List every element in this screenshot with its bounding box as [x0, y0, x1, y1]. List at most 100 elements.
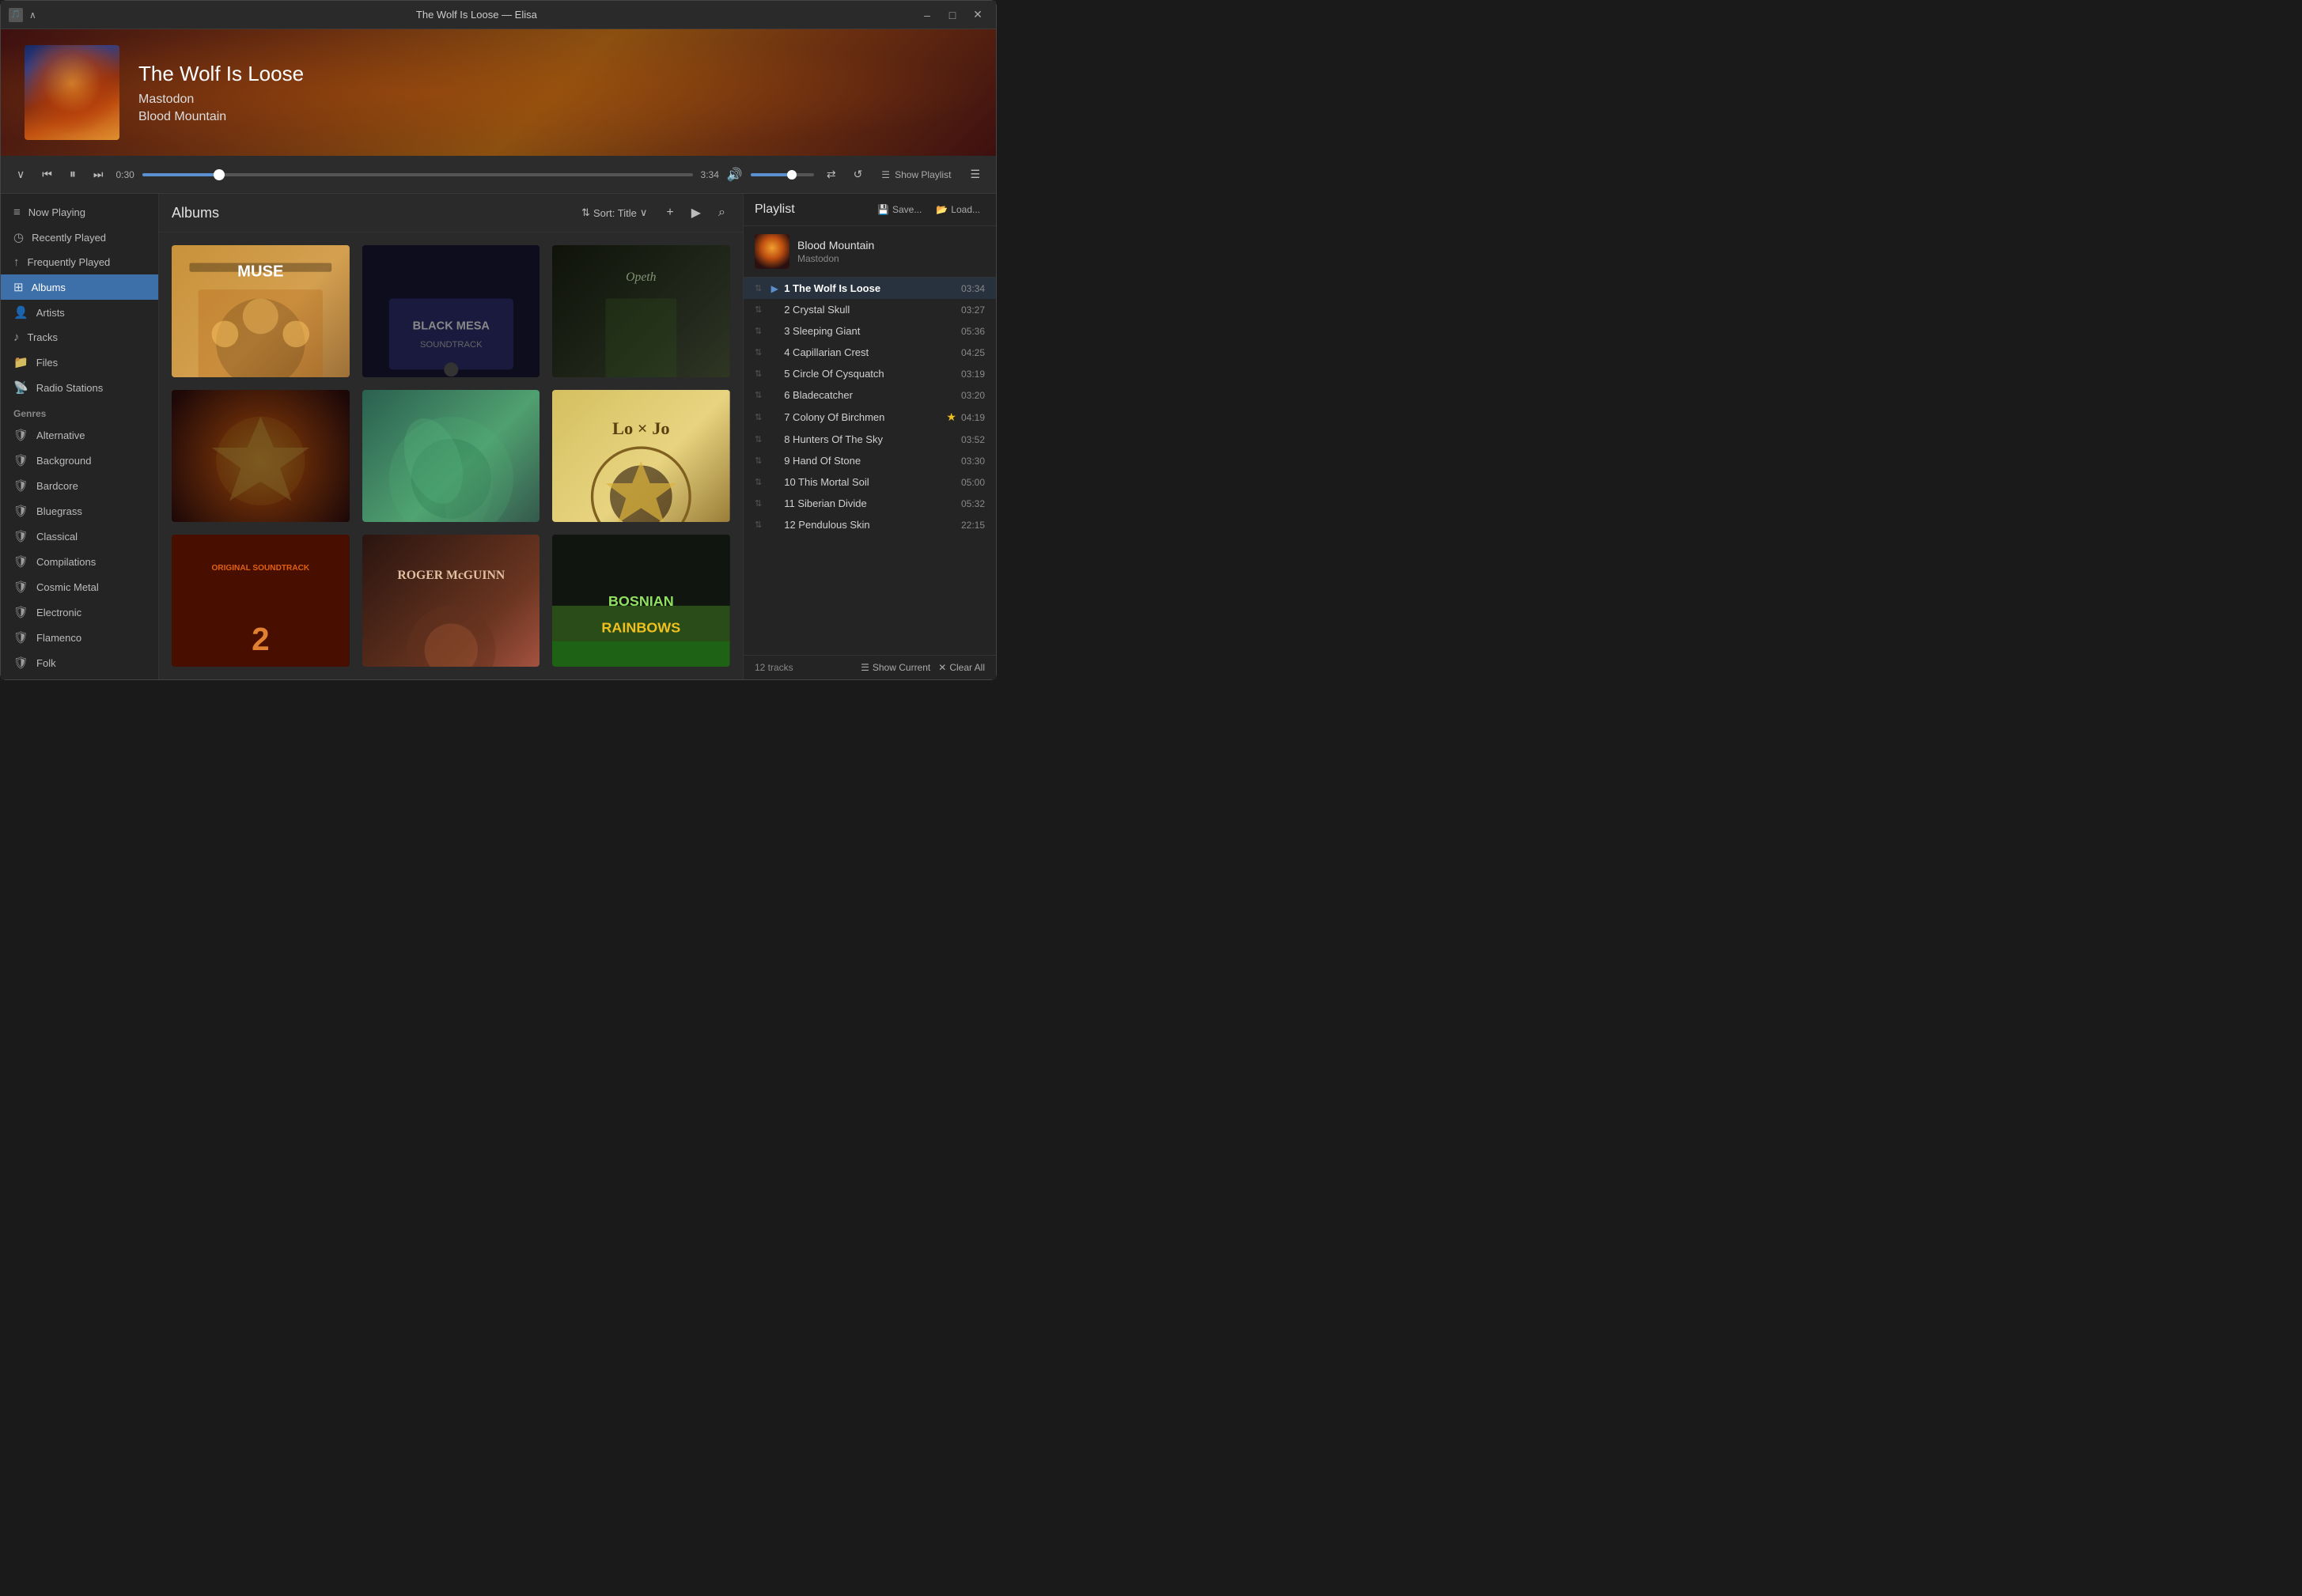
sidebar-genre-alternative[interactable]: 🛡 Alternative	[1, 422, 158, 448]
title-bar-collapse[interactable]: ∧	[29, 9, 36, 21]
volume-icon[interactable]: 🔊	[727, 167, 743, 183]
recently-played-icon: ◷	[13, 230, 24, 244]
prev-button[interactable]: ⏮	[37, 165, 57, 184]
track-item-10[interactable]: ⇅ 10 This Mortal Soil 05:00	[744, 471, 996, 493]
sidebar-genre-bardcore[interactable]: 🛡 Bardcore	[1, 473, 158, 498]
drag-handle-4[interactable]: ⇅	[755, 347, 762, 357]
sidebar-genre-compilations[interactable]: 🛡 Compilations	[1, 549, 158, 574]
track-duration-10: 05:00	[961, 477, 985, 488]
drag-handle-11[interactable]: ⇅	[755, 498, 762, 509]
sidebar-genre-electronic[interactable]: 🛡 Electronic	[1, 599, 158, 625]
play-all-button[interactable]: ▶	[687, 202, 706, 224]
drag-handle-9[interactable]: ⇅	[755, 456, 762, 466]
progress-bar[interactable]	[142, 173, 693, 176]
sidebar-genre-background[interactable]: 🛡 Background	[1, 448, 158, 473]
playlist-album-info: Blood Mountain Mastodon	[744, 226, 996, 278]
next-button[interactable]: ⏭	[89, 165, 108, 184]
current-time: 0:30	[115, 169, 134, 180]
track-item-7[interactable]: ⇅ 7 Colony Of Birchmen ★ 04:19	[744, 406, 996, 429]
track-duration-9: 03:30	[961, 456, 985, 467]
genre-icon-compilations: 🛡	[13, 554, 28, 569]
sidebar-item-files[interactable]: 📁 Files	[1, 350, 158, 375]
sidebar-item-tracks[interactable]: ♪ Tracks	[1, 325, 158, 350]
track-item-3[interactable]: ⇅ 3 Sleeping Giant 05:36	[744, 320, 996, 342]
track-duration-11: 05:32	[961, 498, 985, 509]
sidebar-item-radio-stations[interactable]: 📡 Radio Stations	[1, 375, 158, 400]
track-item-6[interactable]: ⇅ 6 Bladecatcher 03:20	[744, 384, 996, 406]
sidebar-item-now-playing[interactable]: ≡ Now Playing	[1, 200, 158, 225]
album-card-rainbows[interactable]: BOSNIAN RAINBOWS ▶ + Bosnian Rainbows	[552, 535, 730, 667]
show-playlist-button[interactable]: ☰ Show Playlist	[875, 166, 957, 183]
track-name-7: 7 Colony Of Birchmen	[784, 411, 946, 423]
content-area: Albums ⇅ Sort: Title ∨ + ▶ ⌕	[159, 194, 743, 679]
content-title: Albums	[172, 205, 219, 221]
drag-handle-8[interactable]: ⇅	[755, 434, 762, 444]
track-item-2[interactable]: ⇅ 2 Crystal Skull 03:27	[744, 299, 996, 320]
collapse-button[interactable]: ∨	[12, 165, 29, 184]
genre-icon-electronic: 🛡	[13, 605, 28, 619]
progress-handle[interactable]	[214, 169, 225, 180]
genre-icon-classical: 🛡	[13, 529, 28, 543]
track-item-12[interactable]: ⇅ 12 Pendulous Skin 22:15	[744, 514, 996, 535]
volume-bar[interactable]	[751, 173, 814, 176]
album-card-baroness[interactable]: ▶ + Blue Record Baroness	[362, 390, 540, 522]
track-item-9[interactable]: ⇅ 9 Hand Of Stone 03:30	[744, 450, 996, 471]
search-button[interactable]: ⌕	[714, 202, 730, 223]
playlist-tracks: ⇅ ▶ 1 The Wolf Is Loose 03:34 ⇅ 2 Crysta…	[744, 278, 996, 655]
drag-handle-7[interactable]: ⇅	[755, 412, 762, 422]
volume-handle[interactable]	[787, 170, 797, 180]
sidebar-label-files: Files	[36, 357, 58, 369]
genre-icon-folk: 🛡	[13, 656, 28, 670]
drag-handle-12[interactable]: ⇅	[755, 520, 762, 530]
track-item-5[interactable]: ⇅ 5 Circle Of Cysquatch 03:19	[744, 363, 996, 384]
sidebar-item-albums[interactable]: ⊞ Albums	[1, 274, 158, 300]
album-card-mastodon[interactable]: ▶ + 👆 Blood Mountain Mastodon	[172, 390, 350, 522]
minimize-button[interactable]: –	[917, 7, 937, 23]
album-card-opeth[interactable]: Opeth ▶ + Blackwater Park Opeth	[552, 245, 730, 377]
sidebar-genre-folk[interactable]: 🛡 Folk	[1, 650, 158, 675]
sidebar-label-artists: Artists	[36, 307, 65, 319]
track-item-1[interactable]: ⇅ ▶ 1 The Wolf Is Loose 03:34	[744, 278, 996, 299]
close-button[interactable]: ✕	[967, 7, 988, 23]
sidebar-item-frequently-played[interactable]: ↑ Frequently Played	[1, 250, 158, 274]
sidebar-genre-cosmic-metal[interactable]: 🛡 Cosmic Metal	[1, 574, 158, 599]
repeat-button[interactable]: ↺	[849, 165, 868, 184]
sidebar-label-recently-played: Recently Played	[32, 232, 106, 244]
sidebar-item-artists[interactable]: 👤 Artists	[1, 300, 158, 325]
save-playlist-button[interactable]: 💾 Save...	[873, 202, 926, 217]
show-current-button[interactable]: ☰ Show Current	[861, 662, 930, 673]
album-card-blackmesa[interactable]: BLACK MESA SOUNDTRACK ▶ + Black Mesa Sou…	[362, 245, 540, 377]
track-item-8[interactable]: ⇅ 8 Hunters Of The Sky 03:52	[744, 429, 996, 450]
drag-handle-1[interactable]: ⇅	[755, 283, 762, 293]
album-card-muse[interactable]: MUSE ▶ + Black Holes & Rev... Mu	[172, 245, 350, 377]
genre-label-compilations: Compilations	[36, 556, 96, 568]
track-item-11[interactable]: ⇅ 11 Siberian Divide 05:32	[744, 493, 996, 514]
drag-handle-6[interactable]: ⇅	[755, 390, 762, 400]
maximize-button[interactable]: □	[942, 7, 963, 23]
album-card-borderlands[interactable]: ORIGINAL SOUNDTRACK 2 BORDERLANDS ▶ + Bo…	[172, 535, 350, 667]
sidebar-genre-bluegrass[interactable]: 🛡 Bluegrass	[1, 498, 158, 524]
drag-handle-10[interactable]: ⇅	[755, 477, 762, 487]
add-button[interactable]: +	[661, 202, 678, 223]
genre-icon-background: 🛡	[13, 453, 28, 467]
sort-button[interactable]: ⇅ Sort: Title ∨	[575, 203, 653, 222]
genre-icon-bluegrass: 🛡	[13, 504, 28, 518]
drag-handle-5[interactable]: ⇅	[755, 369, 762, 379]
drag-handle-3[interactable]: ⇅	[755, 326, 762, 336]
playlist-album-name: Blood Mountain	[797, 239, 874, 252]
now-playing-track-title: The Wolf Is Loose	[138, 62, 304, 86]
sidebar-genre-classical[interactable]: 🛡 Classical	[1, 524, 158, 549]
menu-button[interactable]: ☰	[965, 165, 985, 184]
sidebar-genre-flamenco[interactable]: 🛡 Flamenco	[1, 625, 158, 650]
pause-button[interactable]: ⏸	[65, 165, 81, 185]
album-card-roger[interactable]: ROGER McGUINN ▶ + Roger McGuinn	[362, 535, 540, 667]
load-playlist-button[interactable]: 📂 Load...	[931, 202, 985, 217]
clear-all-button[interactable]: ✕ Clear All	[938, 662, 985, 673]
album-card-lojo[interactable]: Lo × Jo ▶ + Bohême De Cristal Lo'Jo	[552, 390, 730, 522]
progress-bar-fill	[142, 173, 219, 176]
drag-handle-2[interactable]: ⇅	[755, 304, 762, 315]
sidebar-item-recently-played[interactable]: ◷ Recently Played	[1, 225, 158, 250]
track-item-4[interactable]: ⇅ 4 Capillarian Crest 04:25	[744, 342, 996, 363]
shuffle-button[interactable]: ⇄	[822, 165, 841, 184]
save-icon: 💾	[877, 204, 889, 215]
